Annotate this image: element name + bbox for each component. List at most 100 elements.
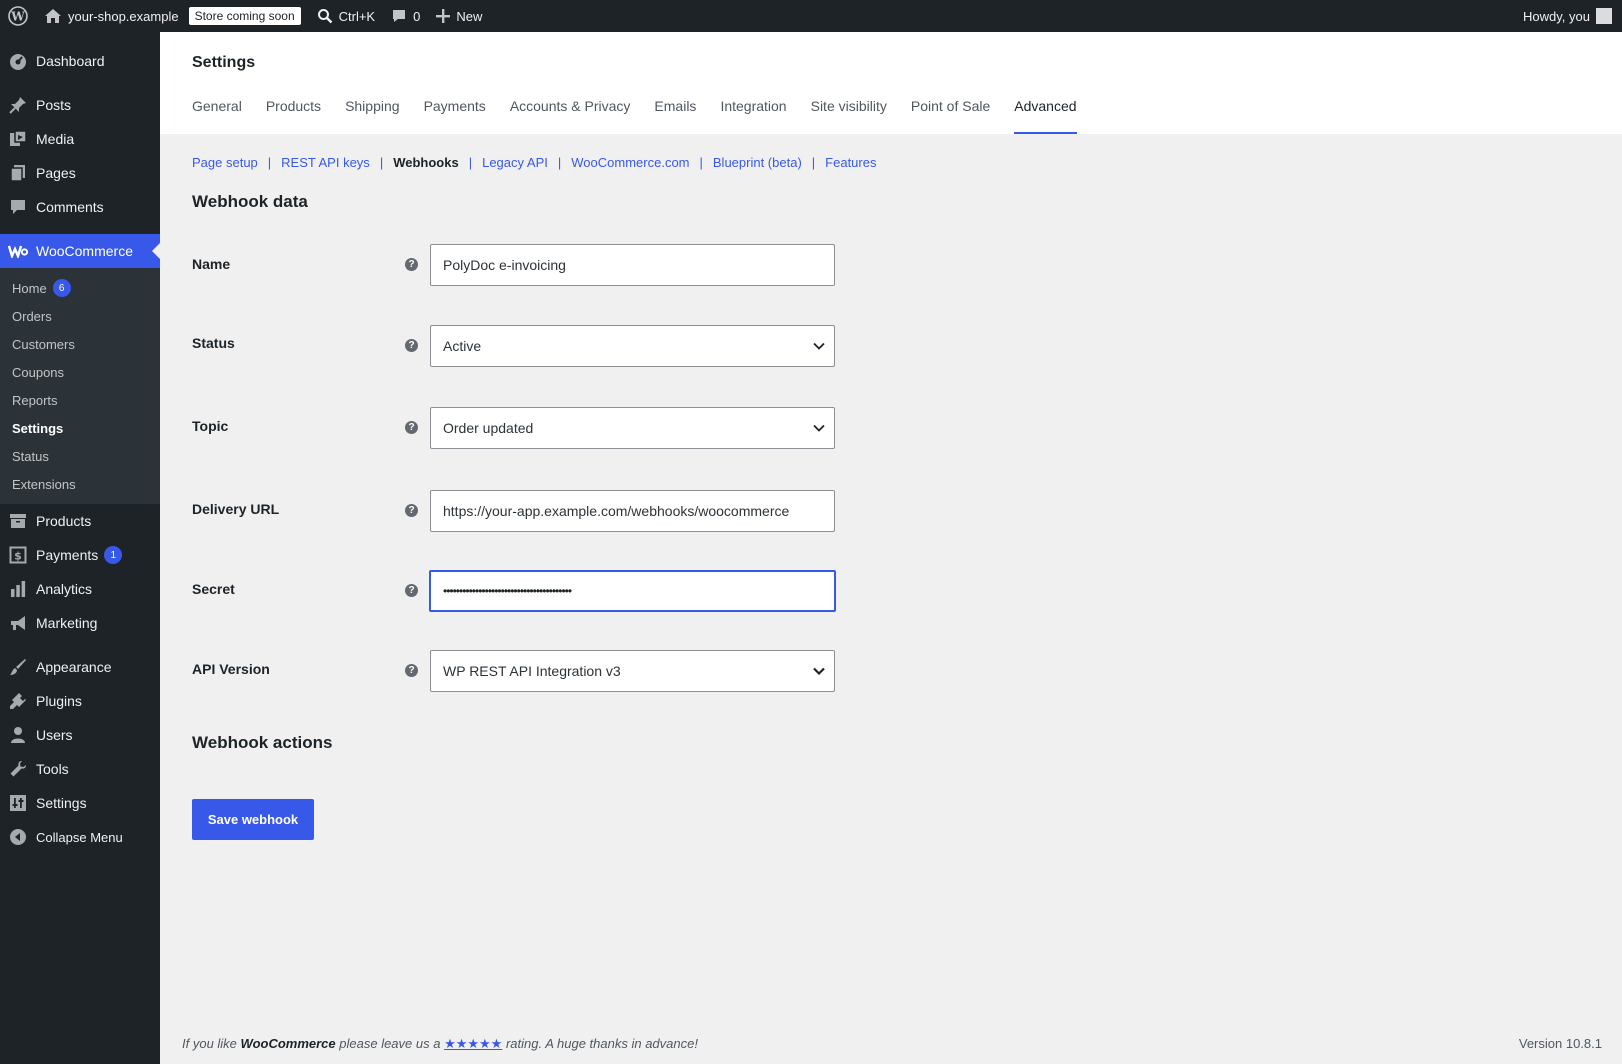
help-icon[interactable]: ? — [405, 258, 418, 271]
subnav-rest-api-keys[interactable]: REST API keys — [281, 155, 370, 170]
secret-input-value: •••••••••••••••••••••••••••••••••••••••• — [443, 584, 572, 598]
account-menu[interactable]: Howdy, you — [1515, 0, 1622, 32]
help-icon[interactable]: ? — [405, 584, 418, 597]
megaphone-icon — [8, 613, 28, 633]
api-version-select[interactable]: WP REST API Integration v3 — [430, 650, 835, 692]
chevron-down-icon — [812, 421, 826, 438]
comments-icon — [8, 197, 28, 217]
submenu-item-coupons[interactable]: Coupons — [0, 358, 160, 386]
subnav-blueprint[interactable]: Blueprint (beta) — [713, 155, 802, 170]
submenu-item-orders[interactable]: Orders — [0, 302, 160, 330]
help-icon[interactable]: ? — [405, 504, 418, 517]
comments-link[interactable]: 0 — [383, 0, 428, 32]
sidebar-label-payments: Payments — [36, 547, 99, 563]
subnav-legacy-api[interactable]: Legacy API — [482, 155, 548, 170]
tab-advanced[interactable]: Advanced — [1014, 98, 1077, 134]
name-label: Name — [192, 256, 231, 272]
settings-tabs: General Products Shipping Payments Accou… — [192, 98, 1101, 134]
tab-point-of-sale[interactable]: Point of Sale — [911, 98, 990, 134]
admin-bar: W your-shop.example Store coming soon Ct… — [0, 0, 1622, 32]
save-webhook-button[interactable]: Save webhook — [192, 799, 314, 840]
sidebar-item-comments[interactable]: Comments — [0, 190, 160, 224]
sidebar-item-dashboard[interactable]: Dashboard — [0, 44, 160, 78]
chevron-down-icon — [812, 339, 826, 356]
archive-icon — [8, 511, 28, 531]
sidebar-item-plugins[interactable]: Plugins — [0, 684, 160, 718]
woocommerce-icon — [8, 241, 28, 261]
dashboard-icon — [8, 51, 28, 71]
site-name-link[interactable]: your-shop.example Store coming soon — [36, 0, 309, 32]
sidebar-label-users: Users — [36, 727, 73, 743]
advanced-subnav: Page setup | REST API keys | Webhooks | … — [192, 155, 876, 170]
sidebar-item-posts[interactable]: Posts — [0, 88, 160, 122]
comments-count: 0 — [413, 8, 421, 24]
sidebar-item-appearance[interactable]: Appearance — [0, 650, 160, 684]
sidebar-item-pages[interactable]: Pages — [0, 156, 160, 190]
delivery-url-input[interactable]: https://your-app.example.com/webhooks/wo… — [430, 490, 835, 532]
svg-text:$: $ — [14, 550, 22, 563]
sidebar-item-analytics[interactable]: Analytics — [0, 572, 160, 606]
collapse-menu-button[interactable]: Collapse Menu — [0, 820, 160, 854]
topic-row: Topic ? Order updated — [192, 407, 842, 449]
submenu-item-settings[interactable]: Settings — [0, 414, 160, 442]
tab-accounts-privacy[interactable]: Accounts & Privacy — [510, 98, 631, 134]
secret-input[interactable]: •••••••••••••••••••••••••••••••••••••••• — [429, 570, 836, 612]
footer-thanks-middle: please leave us a — [335, 1036, 445, 1051]
settings-header: Settings General Products Shipping Payme… — [160, 32, 1622, 134]
sidebar-item-payments[interactable]: $ Payments 1 — [0, 538, 160, 572]
new-content-link[interactable]: New — [428, 0, 490, 32]
sidebar-item-marketing[interactable]: Marketing — [0, 606, 160, 640]
tab-emails[interactable]: Emails — [654, 98, 696, 134]
admin-sidebar: Dashboard Posts Media Pages Comments Woo… — [0, 32, 160, 1064]
submenu-item-extensions[interactable]: Extensions — [0, 470, 160, 498]
wordpress-logo-icon[interactable]: W — [0, 0, 36, 32]
submenu-label-home: Home — [12, 280, 47, 296]
chevron-down-icon — [812, 664, 826, 681]
sidebar-label-appearance: Appearance — [36, 659, 112, 675]
store-status-badge[interactable]: Store coming soon — [188, 7, 301, 25]
woocommerce-submenu: Home 6 Orders Customers Coupons Reports … — [0, 268, 160, 504]
tab-shipping[interactable]: Shipping — [345, 98, 400, 134]
submenu-item-reports[interactable]: Reports — [0, 386, 160, 414]
subnav-separator: | — [379, 155, 384, 170]
sidebar-item-tools[interactable]: Tools — [0, 752, 160, 786]
footer-brand: WooCommerce — [240, 1036, 336, 1051]
subnav-webhooks[interactable]: Webhooks — [393, 155, 459, 170]
sidebar-item-woocommerce[interactable]: WooCommerce — [0, 234, 160, 268]
tab-payments[interactable]: Payments — [424, 98, 486, 134]
tab-site-visibility[interactable]: Site visibility — [811, 98, 887, 134]
topic-select[interactable]: Order updated — [430, 407, 835, 449]
sidebar-item-products[interactable]: Products — [0, 504, 160, 538]
name-row: Name ? PolyDoc e-invoicing — [192, 244, 842, 286]
sidebar-item-media[interactable]: Media — [0, 122, 160, 156]
name-input[interactable]: PolyDoc e-invoicing — [430, 244, 835, 286]
topic-select-value: Order updated — [443, 420, 534, 436]
subnav-separator: | — [267, 155, 272, 170]
sidebar-item-settings[interactable]: Settings — [0, 786, 160, 820]
status-select[interactable]: Active — [430, 325, 835, 367]
comment-icon — [391, 8, 407, 24]
rating-stars-link[interactable]: ★★★★★ — [444, 1036, 502, 1051]
help-icon[interactable]: ? — [405, 664, 418, 677]
sidebar-label-marketing: Marketing — [36, 615, 98, 631]
sidebar-label-tools: Tools — [36, 761, 69, 777]
name-input-value: PolyDoc e-invoicing — [443, 257, 566, 273]
sidebar-label-analytics: Analytics — [36, 581, 93, 597]
tab-products[interactable]: Products — [266, 98, 321, 134]
submenu-item-customers[interactable]: Customers — [0, 330, 160, 358]
secret-row: Secret ? •••••••••••••••••••••••••••••••… — [192, 570, 842, 612]
command-search[interactable]: Ctrl+K — [309, 0, 383, 32]
subnav-woocommerce-com[interactable]: WooCommerce.com — [571, 155, 689, 170]
submenu-item-home[interactable]: Home 6 — [0, 274, 160, 302]
help-icon[interactable]: ? — [405, 421, 418, 434]
tab-general[interactable]: General — [192, 98, 242, 134]
subnav-page-setup[interactable]: Page setup — [192, 155, 258, 170]
plugin-icon — [8, 691, 28, 711]
sidebar-item-users[interactable]: Users — [0, 718, 160, 752]
tab-integration[interactable]: Integration — [720, 98, 786, 134]
api-version-row: API Version ? WP REST API Integration v3 — [192, 650, 842, 692]
submenu-item-status[interactable]: Status — [0, 442, 160, 470]
subnav-separator: | — [811, 155, 816, 170]
subnav-features[interactable]: Features — [825, 155, 876, 170]
help-icon[interactable]: ? — [405, 339, 418, 352]
